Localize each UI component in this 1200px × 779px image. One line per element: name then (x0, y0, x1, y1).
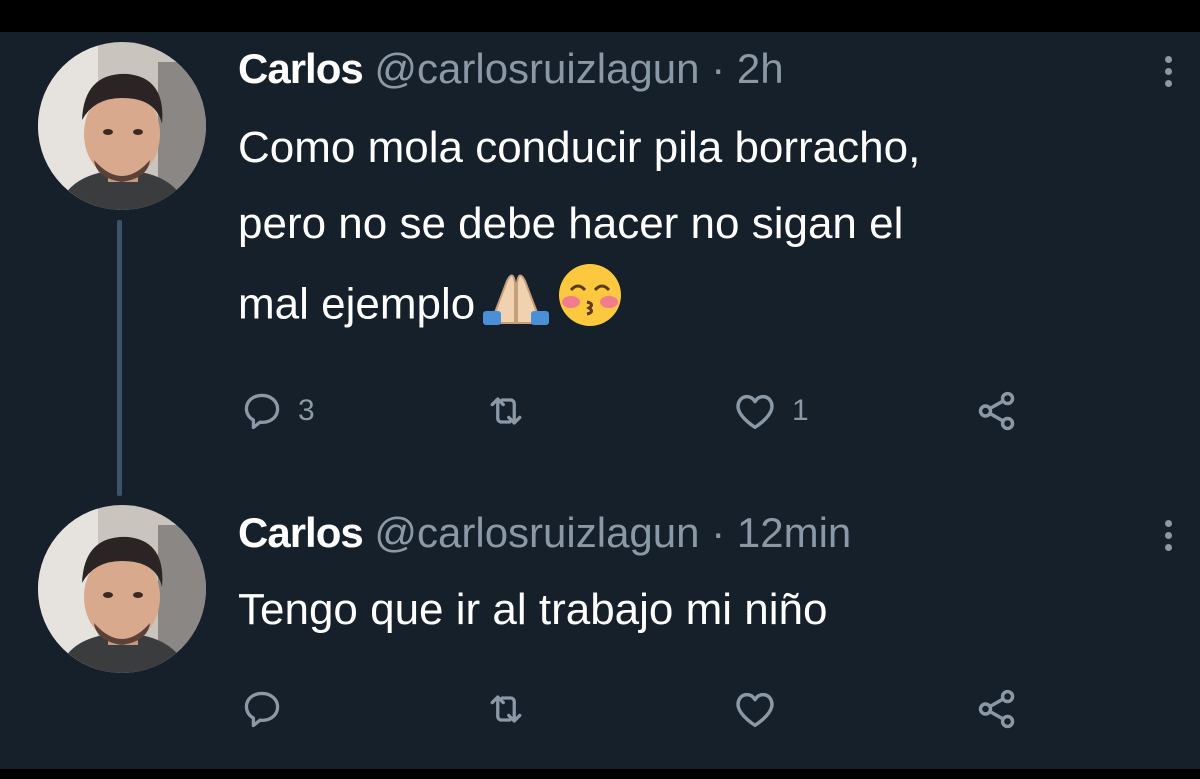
tweet-header: Carlos @carlosruizlagun · 12min (238, 508, 851, 558)
like-icon (736, 394, 774, 430)
tweet-header: Carlos @carlosruizlagun · 2h (238, 44, 784, 94)
author-name[interactable]: Carlos (238, 509, 364, 556)
more-icon[interactable] (1162, 520, 1174, 560)
reply-button[interactable] (240, 684, 298, 734)
like-count: 1 (792, 394, 809, 427)
share-icon (978, 689, 1015, 729)
reply-icon (244, 393, 280, 430)
tweet[interactable]: Carlos @carlosruizlagun · 12min Tengo qu… (238, 508, 1178, 738)
tweet-actions: 3 1 (238, 386, 1098, 436)
avatar[interactable] (38, 42, 206, 210)
bottom-bar (0, 769, 1200, 779)
reply-icon (244, 691, 280, 728)
author-name[interactable]: Carlos (238, 45, 364, 92)
share-button[interactable] (974, 386, 1020, 436)
kissing-face-emoji (557, 262, 623, 352)
retweet-button[interactable] (484, 386, 542, 436)
reply-button[interactable]: 3 (240, 386, 315, 436)
timestamp[interactable]: 12min (737, 509, 851, 556)
retweet-button[interactable] (484, 684, 542, 734)
more-icon[interactable] (1162, 56, 1174, 96)
tweet-text: Como mola conducir pila borracho, pero n… (238, 110, 1178, 352)
share-button[interactable] (974, 684, 1020, 734)
thread-line (117, 220, 122, 496)
like-icon (736, 692, 774, 728)
like-button[interactable]: 1 (732, 386, 809, 436)
separator-dot: · (711, 45, 726, 92)
like-button[interactable] (732, 684, 792, 734)
avatar[interactable] (38, 505, 206, 673)
reply-count: 3 (298, 394, 315, 427)
tweet-actions (238, 684, 1098, 734)
retweet-icon (490, 397, 522, 425)
separator-dot: · (711, 509, 726, 556)
tweet[interactable]: Carlos @carlosruizlagun · 2h Como mola c… (238, 44, 1178, 444)
share-icon (978, 391, 1015, 431)
timestamp[interactable]: 2h (737, 45, 784, 92)
author-handle[interactable]: @carlosruizlagun (374, 509, 699, 556)
author-handle[interactable]: @carlosruizlagun (374, 45, 699, 92)
folded-hands-emoji (483, 265, 550, 349)
retweet-icon (490, 695, 522, 723)
tweet-text: Tengo que ir al trabajo mi niño (238, 585, 828, 634)
top-bar (0, 0, 1200, 32)
